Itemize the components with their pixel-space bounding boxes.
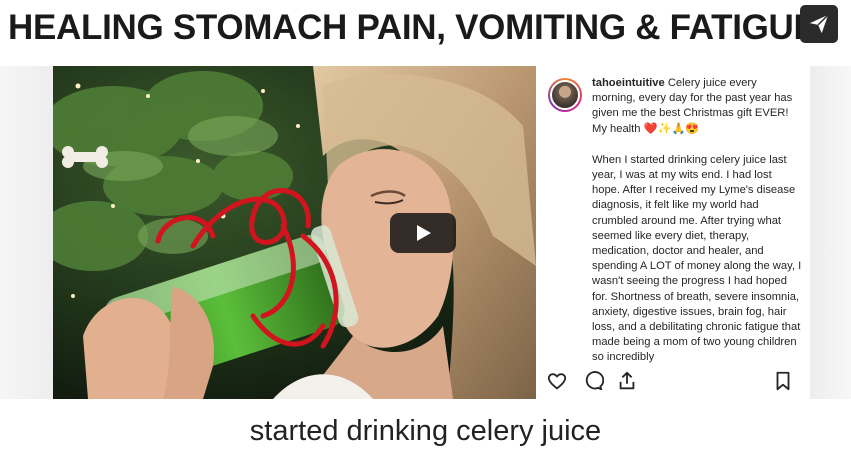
instagram-post-card: tahoeintuitive Celery juice every mornin… <box>53 66 810 399</box>
post-username[interactable]: tahoeintuitive <box>592 77 665 89</box>
paper-plane-icon <box>809 14 829 34</box>
play-icon <box>417 225 431 241</box>
video-subtitle: started drinking celery juice <box>249 415 602 447</box>
comment-icon <box>585 371 605 391</box>
post-panel: tahoeintuitive Celery juice every mornin… <box>536 66 810 399</box>
caption-body: When I started drinking celery juice las… <box>592 153 802 364</box>
avatar-image <box>550 80 580 110</box>
save-button[interactable] <box>772 370 794 392</box>
upload-icon <box>619 371 635 390</box>
avatar[interactable] <box>548 78 582 112</box>
post-caption: tahoeintuitive Celery juice every mornin… <box>592 76 802 366</box>
like-button[interactable] <box>546 370 568 392</box>
frame-side-left <box>0 66 53 399</box>
video-title: HEALING STOMACH PAIN, VOMITING & FATIGUE <box>8 8 808 47</box>
share-button[interactable] <box>800 5 838 43</box>
post-action-bar <box>546 370 802 394</box>
post-photo <box>53 66 536 399</box>
frame-side-right <box>810 66 851 399</box>
play-button[interactable] <box>390 213 456 253</box>
heart-icon <box>547 373 567 390</box>
bookmark-icon <box>776 371 790 391</box>
comment-button[interactable] <box>582 370 605 392</box>
share-post-button[interactable] <box>616 370 638 392</box>
